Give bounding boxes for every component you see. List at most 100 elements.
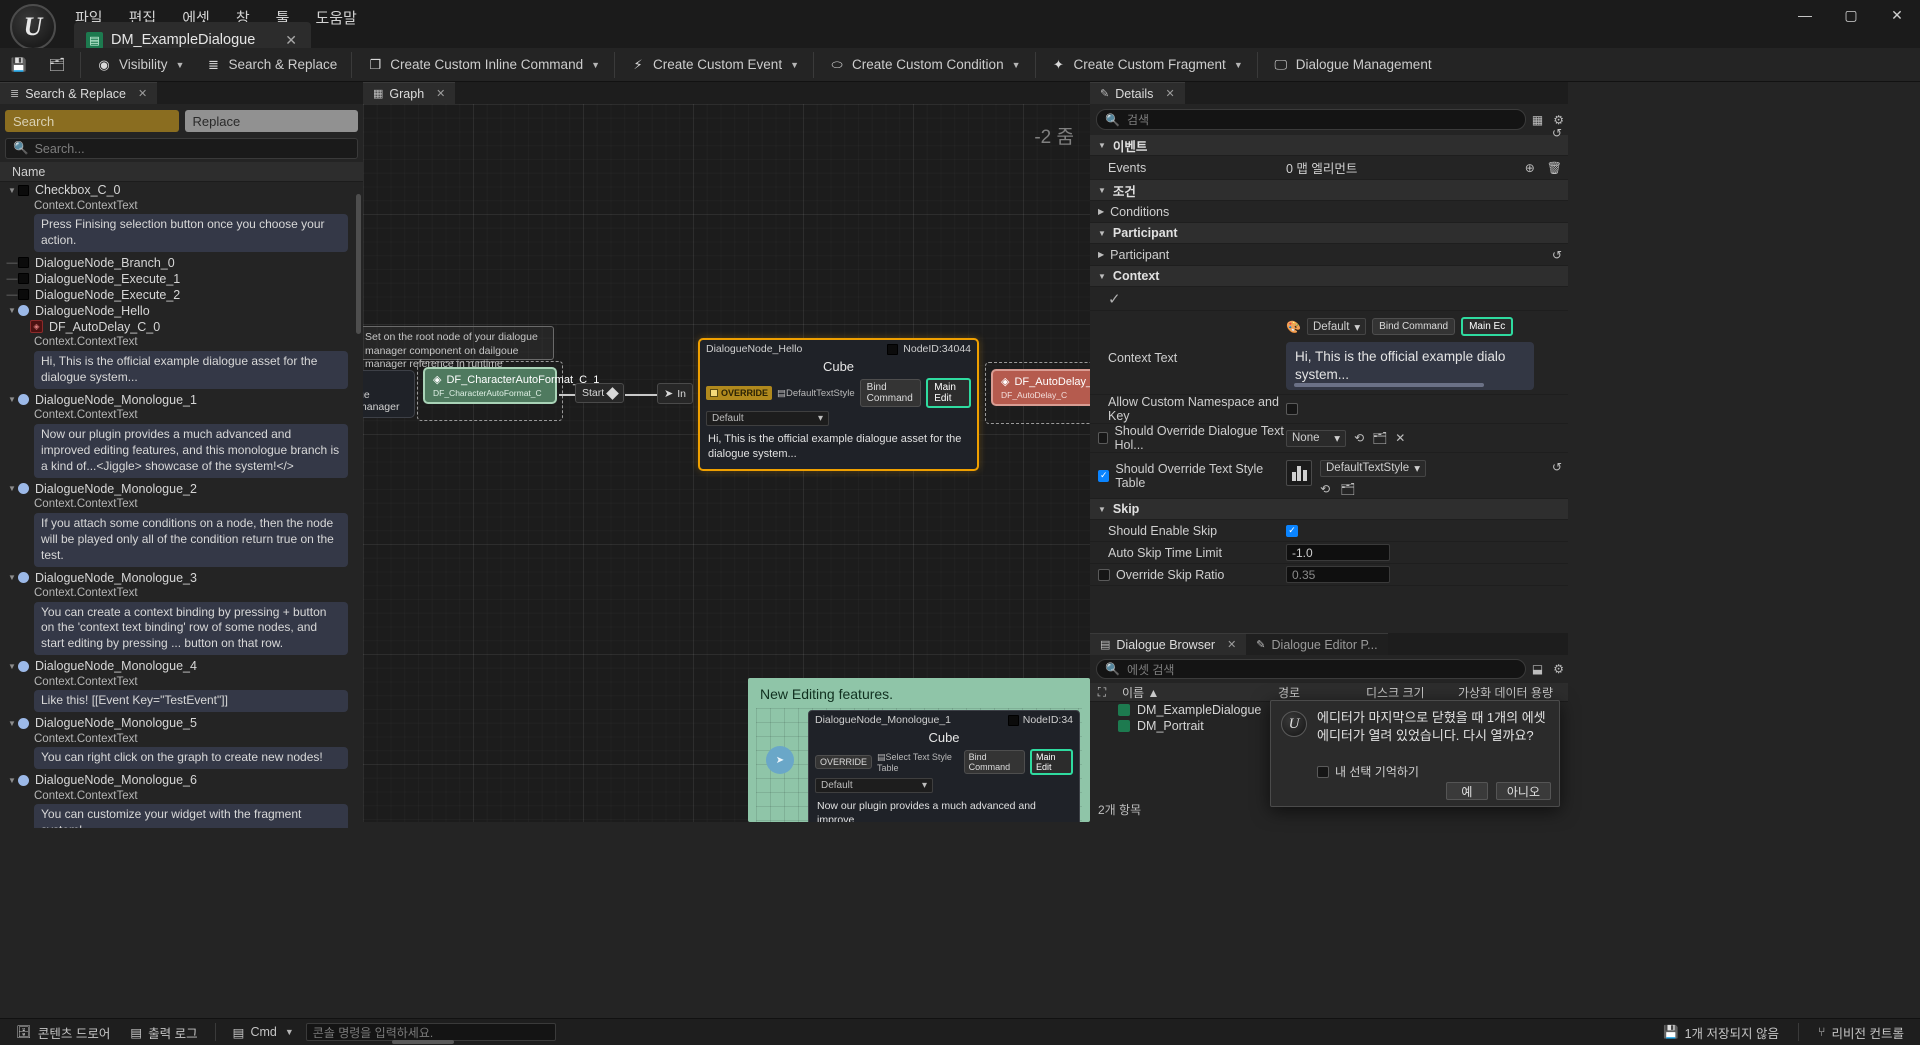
output-log-button[interactable]: ▤ 출력 로그	[122, 1022, 205, 1043]
reset-arrow-icon[interactable]: ↺	[1552, 460, 1562, 474]
tutorial-overlay[interactable]: New Editing features. ➤ DialogueNode_Mon…	[748, 678, 1090, 822]
reset-arrow-icon[interactable]: ↺	[1552, 126, 1562, 140]
property-row-override-skip-ratio[interactable]: Override Skip Ratio 0.35	[1090, 564, 1568, 586]
tree-node-fragment[interactable]: ◈ DF_AutoDelay_C_0	[0, 319, 363, 335]
chevron-right-icon[interactable]: ▶	[1098, 207, 1104, 216]
clear-x-icon[interactable]: ✕	[1395, 431, 1405, 445]
browse-asset-button[interactable]: 🗂	[38, 50, 76, 80]
tutorial-node-monologue-1[interactable]: DialogueNode_Monologue_1 NodeID:34 Cube …	[808, 710, 1080, 822]
close-icon[interactable]: ✕	[138, 87, 147, 100]
yes-button[interactable]: 예	[1445, 782, 1488, 800]
context-property-value[interactable]: You can right click on the graph to crea…	[34, 747, 348, 770]
grid-view-icon[interactable]: ▦	[1532, 113, 1543, 127]
in-pin[interactable]: ➤ In	[657, 383, 693, 404]
maximize-button[interactable]: ▢	[1828, 0, 1874, 30]
tree-node-dialoguenode-monologue-1[interactable]: ▼ DialogueNode_Monologue_1	[0, 392, 363, 408]
tab-dialogue-browser[interactable]: ▤ Dialogue Browser ✕	[1090, 633, 1247, 655]
tree-node-dialoguenode-monologue-3[interactable]: ▼ DialogueNode_Monologue_3	[0, 570, 363, 586]
text-style-label[interactable]: ▤DefaultTextStyle	[777, 388, 855, 399]
gear-icon[interactable]: ⚙	[1553, 113, 1564, 127]
property-row-should-enable-skip[interactable]: Should Enable Skip ✓	[1090, 520, 1568, 542]
graph-comment[interactable]: Set on the root node of your dialogue ma…	[363, 326, 554, 370]
tree-node-dialoguenode-monologue-5[interactable]: ▼ DialogueNode_Monologue_5	[0, 715, 363, 731]
search-replace-button[interactable]: ≣ Search & Replace	[194, 50, 347, 80]
search-button[interactable]: Search	[5, 110, 179, 132]
tree-node-dialoguenode-monologue-2[interactable]: ▼ DialogueNode_Monologue_2	[0, 481, 363, 497]
context-default-combo[interactable]: Default ▾	[1306, 318, 1367, 335]
left-panel-scrollbar[interactable]	[356, 194, 361, 334]
override-skip-input[interactable]: 0.35	[1286, 566, 1390, 583]
property-row-override-text-holder[interactable]: Should Override Dialogue Text Hol... Non…	[1090, 424, 1568, 453]
auto-skip-input[interactable]: -1.0	[1286, 544, 1390, 561]
create-custom-event-button[interactable]: ⚡ Create Custom Event ▼	[619, 50, 809, 80]
tutorial-override-button[interactable]: OVERRIDE	[815, 755, 873, 769]
chevron-down-icon[interactable]: ▼	[6, 186, 18, 195]
default-style-combo[interactable]: Default ▾	[706, 411, 829, 426]
text-style-table-thumbnail[interactable]	[1286, 459, 1312, 486]
tab-details[interactable]: ✎ Details ✕	[1090, 82, 1185, 104]
browser-search-input[interactable]: 🔍 에셋 검색	[1096, 659, 1526, 679]
browse-icon[interactable]: ⟲	[1320, 482, 1330, 496]
chevron-down-icon[interactable]: ▼	[6, 719, 18, 728]
override-style-select[interactable]: DefaultTextStyle ▾	[1320, 459, 1426, 477]
category-events[interactable]: ▼ 이벤트	[1090, 135, 1568, 156]
column-disk-size[interactable]: 디스크 크기	[1358, 684, 1450, 701]
remember-choice-checkbox[interactable]	[1317, 765, 1329, 778]
tutorial-main-edit-button[interactable]: Main Edit	[1029, 749, 1073, 775]
reset-arrow-icon[interactable]: ↺	[1552, 248, 1562, 262]
close-icon[interactable]: ✕	[436, 87, 445, 100]
allow-namespace-checkbox[interactable]	[1286, 403, 1298, 415]
property-row-context-check[interactable]: ✓	[1090, 287, 1568, 311]
window-close-button[interactable]: ✕	[1874, 0, 1920, 30]
graph-node-character-autoformat[interactable]: ◈ DF_CharacterAutoFormat_C_1 DF_Characte…	[423, 367, 599, 404]
bind-command-button[interactable]: Bind Command	[859, 379, 922, 407]
tutorial-style-label[interactable]: ▤Select Text Style Table	[877, 752, 959, 773]
create-custom-fragment-button[interactable]: ✦ Create Custom Fragment ▼	[1040, 50, 1253, 80]
minimize-button[interactable]: —	[1782, 0, 1828, 30]
override-skip-checkbox[interactable]	[1098, 568, 1110, 581]
tree-node-dialoguenode-execute-2[interactable]: — DialogueNode_Execute_2	[0, 287, 363, 303]
replace-button[interactable]: Replace	[184, 110, 358, 132]
tree-node-dialoguenode-monologue-6[interactable]: ▼ DialogueNode_Monologue_6	[0, 772, 363, 788]
context-main-edit-button[interactable]: Main Ec	[1461, 317, 1514, 336]
context-text-field[interactable]: Hi, This is the official example dialo s…	[1286, 342, 1534, 391]
property-row-participant[interactable]: ▶ Participant ↺	[1090, 244, 1568, 266]
main-edit-button[interactable]: Main Edit	[926, 378, 971, 408]
name-column-header[interactable]: Name	[0, 162, 363, 182]
context-property-value[interactable]: Hi, This is the official example dialogu…	[34, 350, 348, 389]
override-holder-select[interactable]: None ▾	[1286, 429, 1346, 447]
tab-dialogue-editor-preferences[interactable]: ✎ Dialogue Editor P...	[1246, 633, 1388, 655]
context-property-value[interactable]: If you attach some conditions on a node,…	[34, 512, 348, 567]
import-icon[interactable]: ⬓	[1532, 662, 1543, 676]
chevron-down-icon[interactable]: ▼	[6, 573, 18, 582]
chevron-right-icon[interactable]: ▶	[1098, 250, 1104, 259]
category-context[interactable]: ▼ Context	[1090, 266, 1568, 287]
override-holder-checkbox[interactable]	[1098, 432, 1109, 444]
tree-toggle-icon[interactable]: ⛶	[1090, 685, 1114, 700]
column-virtualized-size[interactable]: 가상화 데이터 용량	[1450, 684, 1568, 701]
context-text-scrollbar[interactable]	[1294, 383, 1484, 388]
tab-search-replace[interactable]: ≣ Search & Replace ✕	[0, 82, 158, 104]
save-button[interactable]: 💾	[0, 50, 38, 80]
context-bind-command-button[interactable]: Bind Command	[1372, 318, 1456, 335]
enable-skip-checkbox[interactable]: ✓	[1286, 524, 1298, 537]
tree-node-dialoguenode-branch-0[interactable]: — DialogueNode_Branch_0	[0, 255, 363, 271]
category-participant[interactable]: ▼ Participant	[1090, 223, 1568, 244]
override-style-checkbox[interactable]: ✓	[1098, 469, 1110, 482]
menu-item-help[interactable]: 도움말	[302, 4, 369, 31]
chevron-down-icon[interactable]: ▼	[6, 662, 18, 671]
column-path[interactable]: 경로	[1270, 684, 1358, 701]
create-custom-condition-button[interactable]: ⬭ Create Custom Condition ▼	[818, 50, 1031, 80]
context-property-value[interactable]: Press Finising selection button once you…	[34, 214, 348, 252]
settings-icon[interactable]: ⚙	[1553, 662, 1564, 676]
graph-node-auto-delay[interactable]: ◈ DF_AutoDelay_C_0 DF_AutoDelay_C	[991, 369, 1090, 406]
column-name[interactable]: 이름 ▲	[1114, 684, 1270, 701]
folder-icon[interactable]: 🗂	[1340, 482, 1355, 496]
search-results-tree[interactable]: ▼ Checkbox_C_0 Context.ContextText Press Fi…	[0, 182, 363, 828]
category-skip[interactable]: ▼ Skip	[1090, 499, 1568, 520]
property-row-allow-custom-namespace[interactable]: Allow Custom Namespace and Key	[1090, 395, 1568, 424]
tutorial-default-combo[interactable]: Default ▾	[815, 778, 933, 793]
tree-node-dialoguenode-execute-1[interactable]: — DialogueNode_Execute_1	[0, 271, 363, 287]
remember-choice-row[interactable]: 내 선택 기억하기	[1317, 763, 1419, 780]
create-custom-inline-command-button[interactable]: ❐ Create Custom Inline Command ▼	[356, 50, 610, 80]
